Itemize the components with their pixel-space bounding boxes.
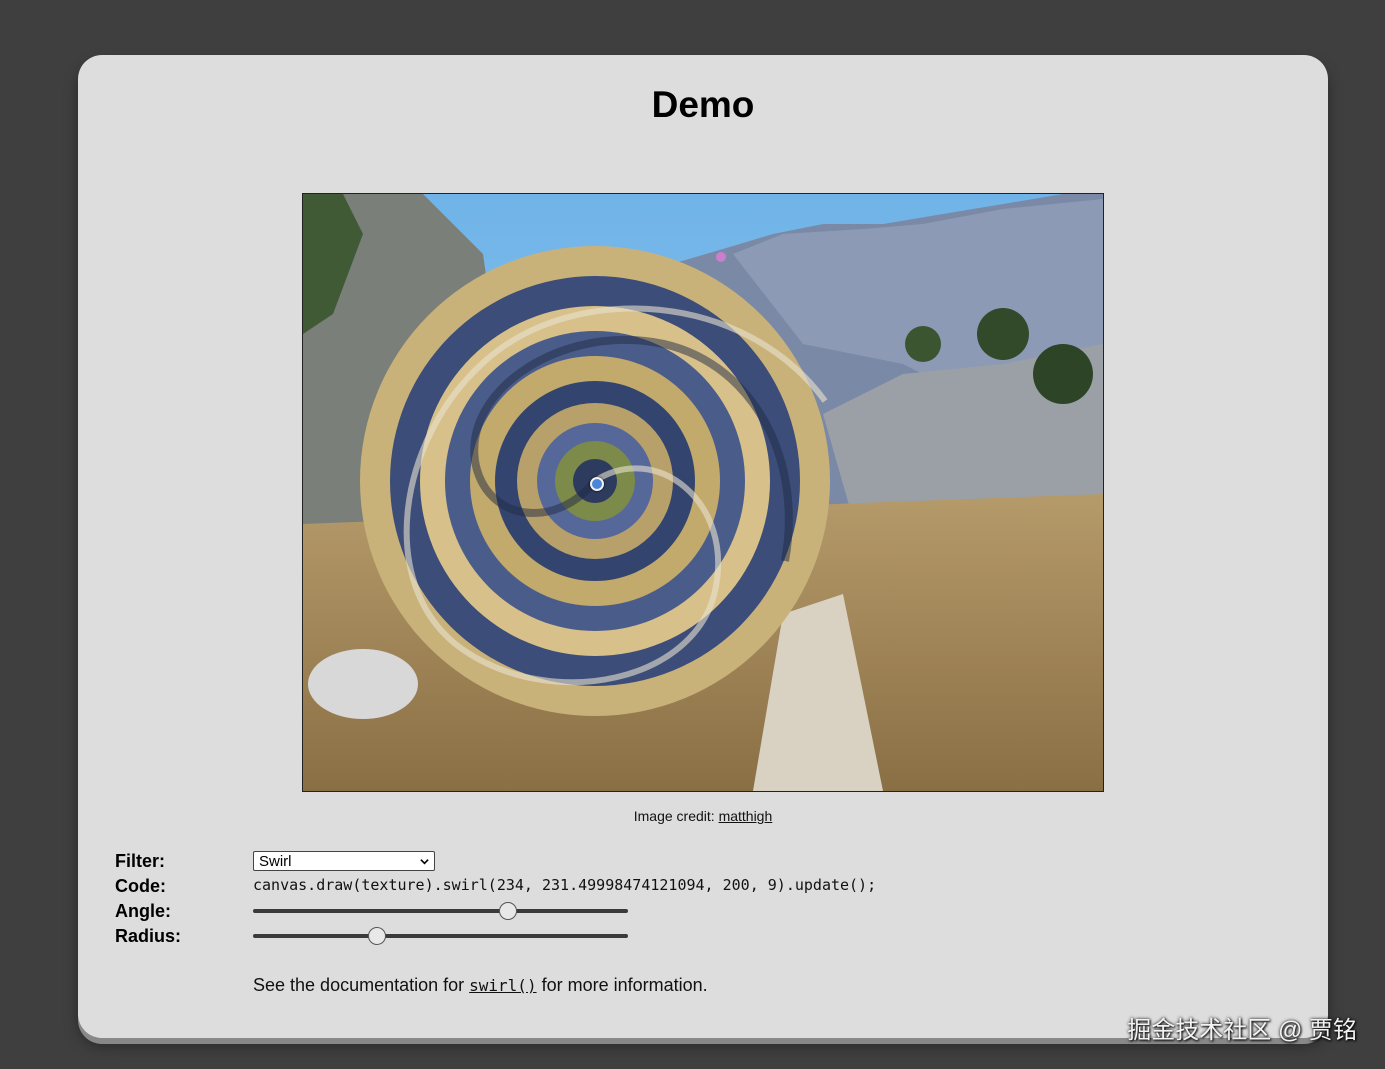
code-snippet: canvas.draw(texture).swirl(234, 231.4999… — [253, 876, 877, 894]
documentation-suffix: for more information. — [536, 975, 708, 995]
radius-slider-thumb[interactable] — [367, 927, 386, 945]
image-credit-prefix: Image credit: — [633, 808, 719, 824]
angle-label: Angle: — [115, 901, 171, 921]
swirl-center-handle[interactable] — [590, 477, 604, 491]
filter-select-value: Swirl — [259, 853, 292, 870]
angle-slider-track — [253, 909, 628, 913]
radius-slider[interactable] — [253, 926, 628, 946]
swirl-canvas[interactable] — [302, 193, 1104, 792]
documentation-note: See the documentation for swirl() for mo… — [253, 975, 708, 996]
filter-label: Filter: — [115, 851, 166, 871]
documentation-prefix: See the documentation for — [253, 975, 470, 995]
demo-card: Demo Image credit: matthigh Filter: Swir… — [78, 55, 1328, 1038]
angle-slider[interactable] — [253, 901, 628, 921]
watermark-text: 掘金技术社区 @ 贾铭 — [1127, 1017, 1357, 1044]
radius-slider-track — [253, 934, 628, 938]
image-credit: Image credit: matthigh — [78, 808, 1328, 824]
code-label: Code: — [115, 876, 166, 896]
chevron-down-icon — [420, 859, 429, 865]
filter-select[interactable]: Swirl — [253, 851, 435, 871]
image-credit-link[interactable]: matthigh — [719, 808, 773, 824]
landscape-image — [303, 194, 1103, 791]
angle-slider-thumb[interactable] — [499, 902, 517, 920]
radius-label: Radius: — [115, 926, 182, 946]
page-title: Demo — [651, 84, 755, 125]
documentation-link[interactable]: swirl() — [469, 976, 536, 995]
